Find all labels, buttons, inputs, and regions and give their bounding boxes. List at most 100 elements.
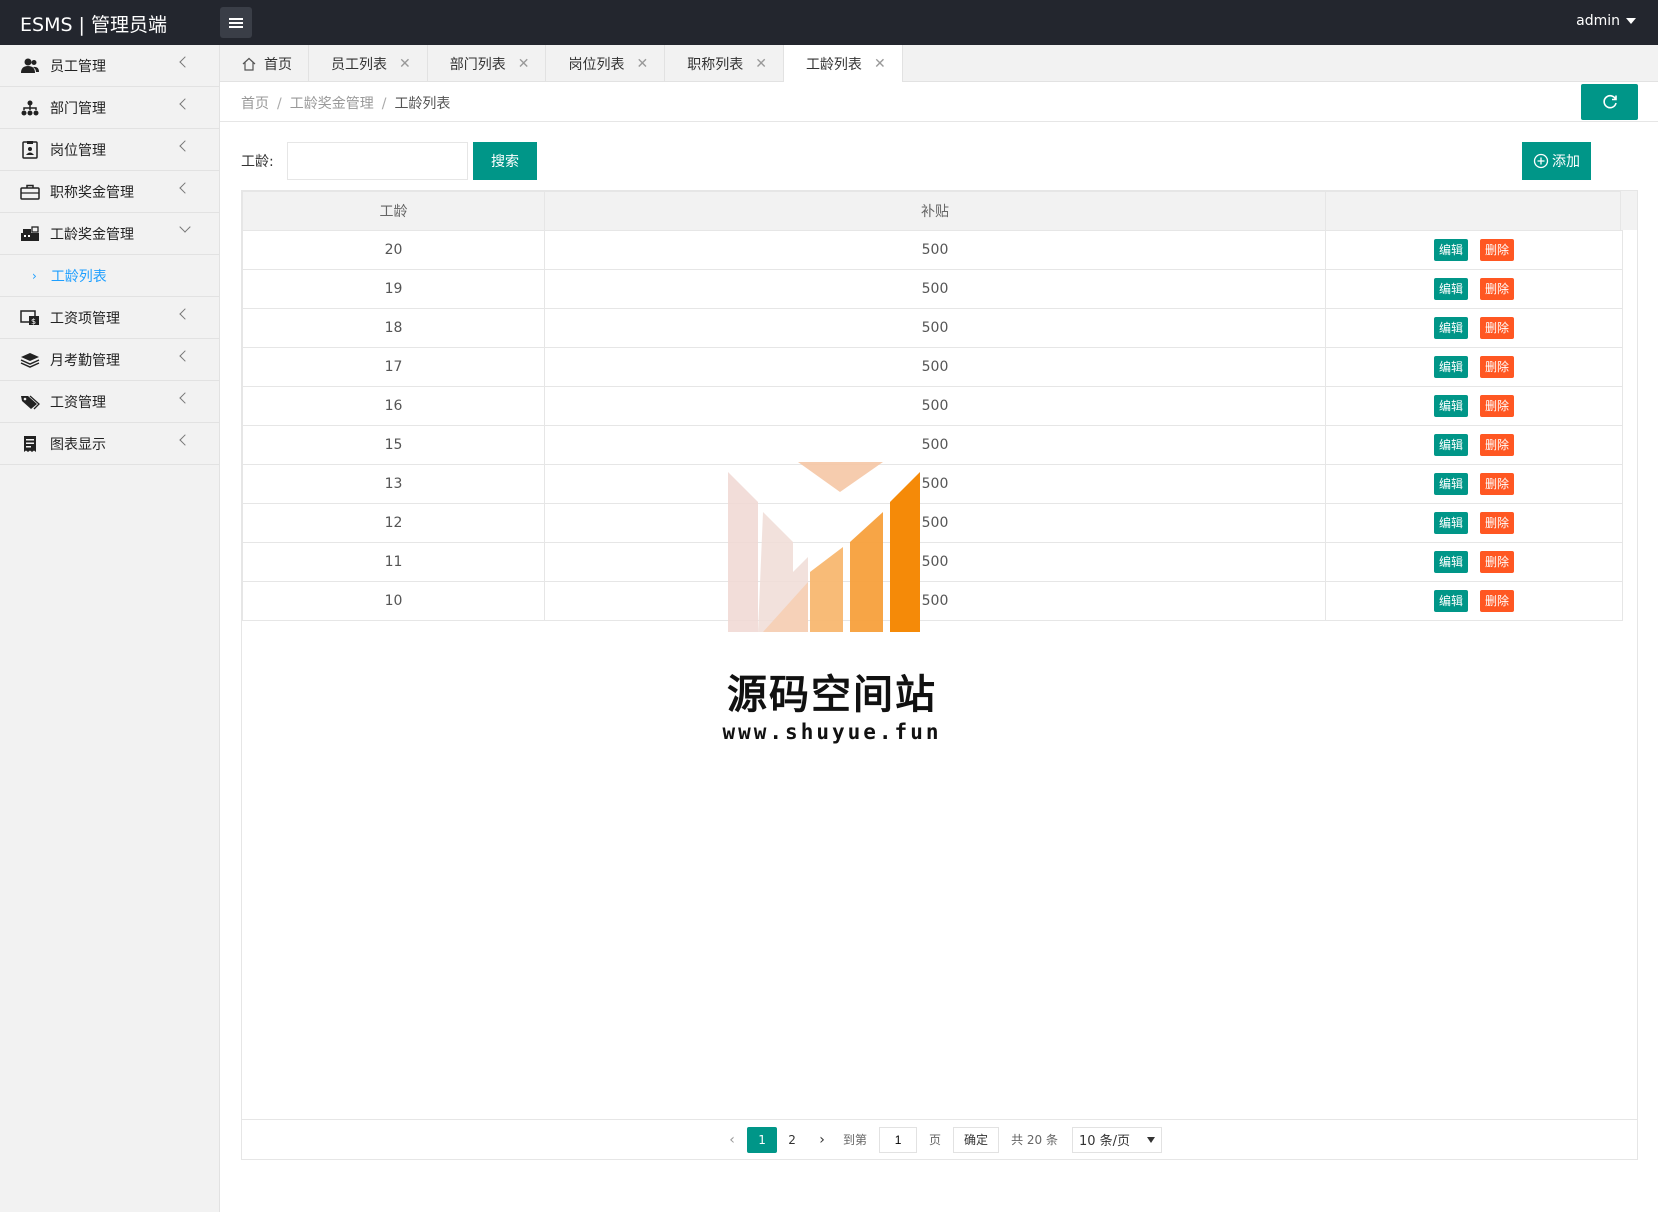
cell-actions: 编辑 删除: [1325, 503, 1623, 543]
sidebar-item-title-bonus[interactable]: 职称奖金管理: [0, 171, 219, 213]
cell-years: 12: [242, 503, 545, 543]
page-button-2[interactable]: 2: [777, 1127, 807, 1153]
tab-label: 岗位列表: [568, 56, 625, 73]
caret-down-icon: [1626, 18, 1636, 24]
page-size-select[interactable]: 10 条/页: [1071, 1126, 1162, 1153]
sidebar-item-label: 图表显示: [50, 436, 106, 453]
refresh-icon: [1602, 94, 1617, 109]
seniority-table: 工龄 补贴 20 500 编辑 删除 19 500 编辑 删除 18 500 编辑 删除 17 500 编辑…: [242, 191, 1623, 621]
prev-page-button[interactable]: ‹: [717, 1132, 747, 1148]
tab-seniority-list[interactable]: 工龄列表 ✕: [783, 45, 903, 83]
delete-button[interactable]: 删除: [1480, 278, 1515, 300]
delete-button[interactable]: 删除: [1480, 551, 1515, 573]
delete-button[interactable]: 删除: [1480, 395, 1515, 417]
top-header: ESMS | 管理员端 admin: [0, 0, 1658, 45]
delete-button[interactable]: 删除: [1480, 512, 1515, 534]
breadcrumb-section[interactable]: 工龄奖金管理: [290, 96, 374, 112]
tab-title-list[interactable]: 职称列表 ✕: [665, 45, 784, 82]
edit-button[interactable]: 编辑: [1433, 278, 1468, 300]
chevron-left-icon: [179, 56, 191, 68]
receipt-icon: [20, 435, 40, 453]
breadcrumb-bar: 首页 / 工龄奖金管理 / 工龄列表: [220, 82, 1658, 122]
goto-page-input[interactable]: [879, 1126, 918, 1153]
tag-icon: [20, 393, 40, 411]
sitemap-icon: [20, 99, 40, 117]
app-title: ESMS | 管理员端: [20, 14, 167, 36]
breadcrumb-separator: /: [381, 96, 387, 112]
money-screen-icon: $: [20, 309, 40, 327]
sidebar-subitem-seniority-list[interactable]: › 工龄列表: [0, 255, 219, 297]
edit-button[interactable]: 编辑: [1433, 551, 1468, 573]
close-icon[interactable]: ✕: [755, 56, 767, 72]
sidebar-item-seniority-bonus[interactable]: 工龄奖金管理: [0, 213, 219, 255]
delete-button[interactable]: 删除: [1480, 434, 1515, 456]
sidebar-item-employees[interactable]: 员工管理: [0, 45, 219, 87]
chevron-left-icon: [179, 98, 191, 110]
id-card-icon: [20, 140, 40, 159]
cell-actions: 编辑 删除: [1325, 581, 1623, 621]
table-row: 11 500 编辑 删除: [242, 542, 1623, 582]
menu-toggle-button[interactable]: [220, 7, 252, 38]
delete-button[interactable]: 删除: [1480, 239, 1515, 261]
page-button-1[interactable]: 1: [747, 1126, 778, 1153]
column-header-subsidy[interactable]: 补贴: [544, 191, 1326, 231]
delete-button[interactable]: 删除: [1480, 590, 1515, 612]
close-icon[interactable]: ✕: [874, 56, 886, 72]
close-icon[interactable]: ✕: [518, 56, 530, 72]
chevron-down-icon: [179, 221, 191, 233]
tab-home[interactable]: 首页: [220, 45, 309, 82]
add-button[interactable]: 添加: [1522, 142, 1591, 180]
watermark-url: www.shuyue.fun: [722, 720, 942, 744]
cell-years: 18: [242, 308, 545, 348]
cell-actions: 编辑 删除: [1325, 542, 1623, 582]
edit-button[interactable]: 编辑: [1433, 356, 1468, 378]
sidebar-item-positions[interactable]: 岗位管理: [0, 129, 219, 171]
sidebar-item-salary[interactable]: 工资管理: [0, 381, 219, 423]
close-icon[interactable]: ✕: [636, 56, 648, 72]
delete-button[interactable]: 删除: [1480, 473, 1515, 495]
edit-button[interactable]: 编辑: [1433, 395, 1468, 417]
tab-employee-list[interactable]: 员工列表 ✕: [309, 45, 428, 82]
edit-button[interactable]: 编辑: [1433, 317, 1468, 339]
add-circle-icon: [1533, 153, 1549, 169]
sidebar-item-salary-items[interactable]: $ 工资项管理: [0, 297, 219, 339]
breadcrumb-home[interactable]: 首页: [241, 96, 269, 112]
tab-label: 职称列表: [687, 56, 744, 73]
sidebar-item-attendance[interactable]: 月考勤管理: [0, 339, 219, 381]
tab-label: 工龄列表: [805, 57, 862, 73]
edit-button[interactable]: 编辑: [1433, 512, 1468, 534]
delete-button[interactable]: 删除: [1480, 317, 1515, 339]
cell-years: 10: [242, 581, 545, 621]
hamburger-icon: [229, 17, 243, 28]
cell-years: 11: [242, 542, 545, 582]
delete-button[interactable]: 删除: [1480, 356, 1515, 378]
home-icon: [242, 57, 256, 71]
cell-years: 17: [242, 347, 545, 387]
breadcrumb-separator: /: [277, 96, 282, 112]
edit-button[interactable]: 编辑: [1433, 590, 1468, 612]
edit-button[interactable]: 编辑: [1433, 239, 1468, 261]
table-row: 18 500 编辑 删除: [242, 308, 1623, 348]
table-row: 16 500 编辑 删除: [242, 386, 1623, 426]
edit-button[interactable]: 编辑: [1433, 473, 1468, 495]
tab-position-list[interactable]: 岗位列表 ✕: [546, 45, 666, 82]
tab-label: 部门列表: [449, 56, 506, 73]
column-header-years[interactable]: 工龄: [242, 191, 545, 231]
user-menu[interactable]: admin: [1576, 13, 1636, 29]
search-button[interactable]: 搜索: [473, 142, 537, 180]
goto-confirm-button[interactable]: 确定: [953, 1126, 1000, 1153]
cash-register-icon: [20, 225, 40, 243]
cell-subsidy: 500: [544, 386, 1326, 426]
close-icon[interactable]: ✕: [399, 56, 411, 72]
goto-prefix: 到第: [843, 1133, 868, 1147]
sidebar-item-departments[interactable]: 部门管理: [0, 87, 219, 129]
cell-years: 19: [242, 269, 545, 309]
tab-department-list[interactable]: 部门列表 ✕: [428, 45, 547, 82]
edit-button[interactable]: 编辑: [1433, 434, 1468, 456]
refresh-button[interactable]: [1581, 84, 1638, 120]
layers-icon: [20, 351, 40, 369]
sidebar-item-label: 岗位管理: [50, 142, 106, 159]
sidebar-item-charts[interactable]: 图表显示: [0, 423, 219, 465]
seniority-search-input[interactable]: [287, 142, 468, 180]
next-page-button[interactable]: ›: [807, 1132, 837, 1148]
